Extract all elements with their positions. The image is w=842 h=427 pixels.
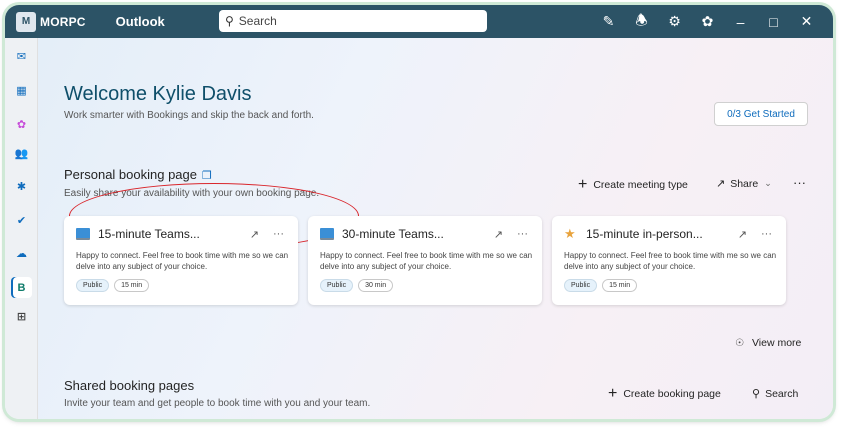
compose-icon[interactable]: ✎ <box>592 13 625 30</box>
view-more-label: View more <box>751 337 802 349</box>
maximize-icon[interactable]: □ <box>757 14 790 30</box>
teams-laptop-icon <box>76 228 90 240</box>
card-tags: Public 15 min <box>564 279 638 292</box>
create-booking-page-button[interactable]: + Create booking page <box>608 385 721 403</box>
search-icon: ⚲ <box>752 388 761 400</box>
share-icon: ↗ <box>716 178 726 190</box>
copilot-icon[interactable]: ✿ <box>691 13 724 30</box>
teams-laptop-icon <box>320 228 334 240</box>
card-header: 30-minute Teams... <box>320 227 444 241</box>
more-icon[interactable]: ··· <box>517 228 528 241</box>
card-header: 15-minute Teams... <box>76 227 200 241</box>
card-actions: ↗ ··· <box>250 228 284 241</box>
view-more-button[interactable]: ☉ View more <box>735 337 801 349</box>
shared-search-button[interactable]: ⚲ Search <box>752 387 799 401</box>
duration-badge: 15 min <box>114 279 150 292</box>
visibility-badge: Public <box>564 279 598 292</box>
bookings-icon: B <box>17 281 26 294</box>
todo-icon: ✔ <box>16 215 27 227</box>
bell-icon[interactable]: 🕭 <box>625 10 658 34</box>
minimize-icon[interactable]: – <box>724 14 757 30</box>
app-window: M MORPC Outlook ⚲ Search ✎ 🕭 ⚙ ✿ – □ ✕ ✉… <box>5 5 833 419</box>
in-person-icon: ★ <box>564 226 576 241</box>
apps-icon: ⊞ <box>16 311 27 323</box>
card-tags: Public 15 min <box>76 279 150 292</box>
card-description: Happy to connect. Feel free to book time… <box>320 251 533 271</box>
copy-link-icon[interactable]: ❐ <box>202 169 212 182</box>
duration-badge: 15 min <box>602 279 638 292</box>
page-subtitle: Work smarter with Bookings and skip the … <box>64 110 314 121</box>
copilot-icon: ✿ <box>16 119 27 131</box>
close-icon[interactable]: ✕ <box>790 13 823 30</box>
create-meeting-type-label: Create meeting type <box>593 179 688 191</box>
personal-booking-title-text: Personal booking page <box>64 167 197 182</box>
search-icon: ⚲ <box>225 14 234 28</box>
personal-booking-title: Personal booking page ❐ <box>64 167 212 182</box>
title-bar-actions: ✎ 🕭 ⚙ ✿ – □ ✕ <box>592 5 823 38</box>
card-title: 30-minute Teams... <box>342 227 444 241</box>
shared-booking-title: Shared booking pages <box>64 378 195 393</box>
card-actions: ↗ ··· <box>738 228 772 241</box>
card-actions: ↗ ··· <box>494 228 528 241</box>
create-meeting-type-button[interactable]: + Create meeting type <box>578 176 688 194</box>
groups-icon: ✱ <box>16 181 27 193</box>
search-input[interactable]: ⚲ Search <box>219 10 487 32</box>
org-logo[interactable]: M <box>16 11 36 32</box>
title-bar: M MORPC Outlook ⚲ Search ✎ 🕭 ⚙ ✿ – □ ✕ <box>5 5 833 38</box>
share-icon[interactable]: ↗ <box>250 228 259 241</box>
mail-icon: ✉ <box>16 51 27 63</box>
page-title: Welcome Kylie Davis <box>64 83 252 105</box>
org-name: MORPC <box>40 14 86 29</box>
visibility-badge: Public <box>76 279 110 292</box>
create-booking-page-label: Create booking page <box>623 388 721 400</box>
rail-item-bookings[interactable]: B <box>11 277 32 298</box>
plus-icon: + <box>608 385 618 402</box>
shared-search-label: Search <box>765 387 799 400</box>
chevron-down-icon: ⌄ <box>764 178 772 188</box>
rail-item-todo[interactable]: ✔ <box>11 210 32 231</box>
visibility-badge: Public <box>320 279 354 292</box>
share-button[interactable]: ↗ Share ⌄ <box>716 177 772 191</box>
share-icon[interactable]: ↗ <box>494 228 503 241</box>
rail-item-people[interactable]: 👥 <box>11 143 32 164</box>
rail-item-copilot[interactable]: ✿ <box>11 114 32 135</box>
rail-item-apps[interactable]: ⊞ <box>11 306 32 327</box>
card-title: 15-minute Teams... <box>98 227 200 241</box>
calendar-icon: ▦ <box>16 85 27 97</box>
card-header: ★ 15-minute in-person... <box>564 227 703 241</box>
card-description: Happy to connect. Feel free to book time… <box>564 251 777 271</box>
settings-icon[interactable]: ⚙ <box>658 13 691 30</box>
shared-booking-subtitle: Invite your team and get people to book … <box>64 398 371 409</box>
eye-icon: ☉ <box>735 337 744 349</box>
more-icon[interactable]: ··· <box>273 228 284 241</box>
get-started-button[interactable]: 0/3 Get Started <box>714 102 808 126</box>
share-label: Share <box>730 177 759 190</box>
meeting-type-card[interactable]: ★ 15-minute in-person... ↗ ··· Happy to … <box>552 216 786 305</box>
app-name: Outlook <box>115 14 165 29</box>
share-icon[interactable]: ↗ <box>738 228 747 241</box>
search-placeholder: Search <box>238 14 277 28</box>
rail-item-onedrive[interactable]: ☁ <box>11 243 32 264</box>
rail-item-mail[interactable]: ✉ <box>11 46 32 67</box>
card-description: Happy to connect. Feel free to book time… <box>76 251 289 271</box>
meeting-type-card[interactable]: 15-minute Teams... ↗ ··· Happy to connec… <box>64 216 298 305</box>
onedrive-icon: ☁ <box>16 248 27 260</box>
more-options-button[interactable]: ··· <box>793 175 806 190</box>
rail-item-calendar[interactable]: ▦ <box>11 80 32 101</box>
card-tags: Public 30 min <box>320 279 394 292</box>
card-title: 15-minute in-person... <box>586 227 703 241</box>
more-icon[interactable]: ··· <box>761 228 772 241</box>
meeting-type-card[interactable]: 30-minute Teams... ↗ ··· Happy to connec… <box>308 216 542 305</box>
app-rail: ✉ ▦ ✿ 👥 ✱ ✔ ☁ B ⊞ <box>5 38 38 419</box>
people-icon: 👥 <box>14 148 29 160</box>
duration-badge: 30 min <box>358 279 394 292</box>
plus-icon: + <box>578 176 588 193</box>
bookings-main: Welcome Kylie Davis Work smarter with Bo… <box>38 38 833 419</box>
rail-item-groups[interactable]: ✱ <box>11 176 32 197</box>
